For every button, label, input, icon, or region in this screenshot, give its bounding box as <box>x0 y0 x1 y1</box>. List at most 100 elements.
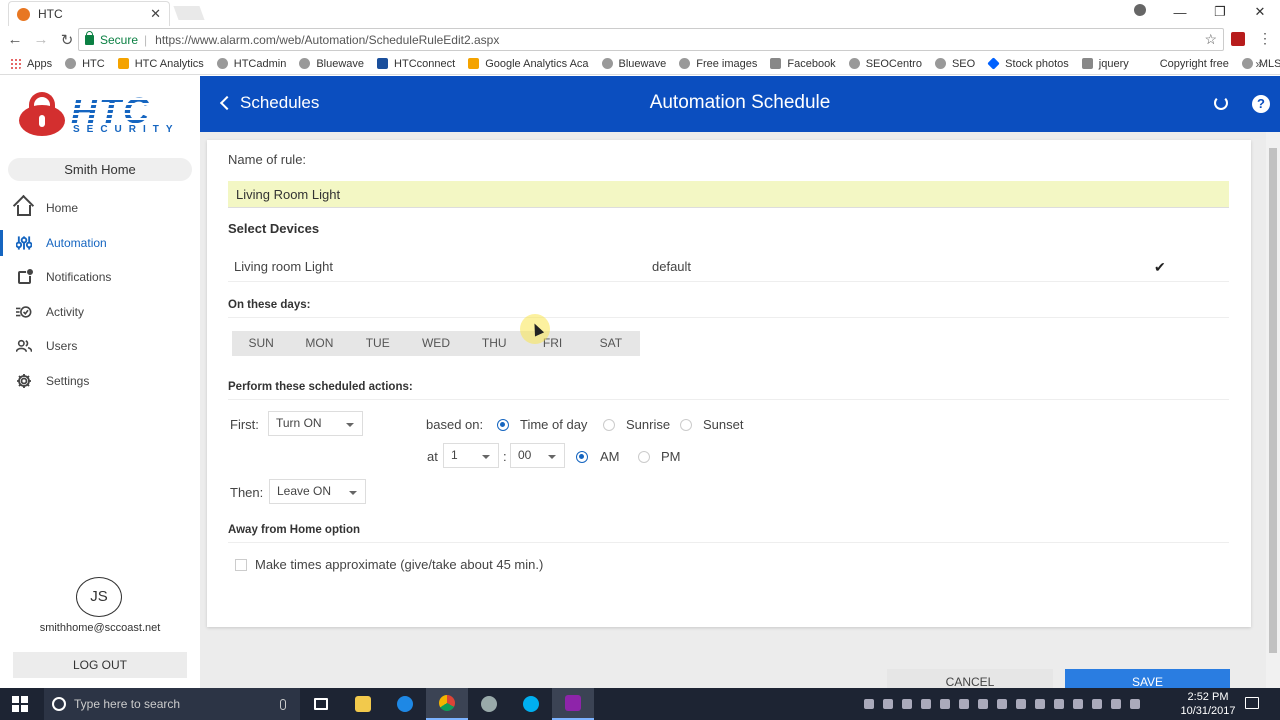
then-action-select[interactable]: Leave ON <box>269 479 366 504</box>
tray-icon[interactable] <box>864 699 874 709</box>
rule-name-input[interactable] <box>228 181 1229 208</box>
skype-icon[interactable] <box>510 688 552 720</box>
bookmarks-more-icon[interactable]: » <box>1255 57 1262 71</box>
actions-heading: Perform these scheduled actions: <box>228 381 413 393</box>
checkmark-icon[interactable]: ✔ <box>1154 259 1166 276</box>
bookmark-item[interactable]: Bluewave <box>601 58 666 70</box>
analytics-icon <box>117 58 129 69</box>
tray-icon[interactable] <box>1016 699 1026 709</box>
tray-icon[interactable] <box>921 699 931 709</box>
bookmark-item[interactable]: Free images <box>679 58 757 70</box>
device-row[interactable] <box>228 252 1229 282</box>
day-sat-toggle[interactable]: SAT <box>582 331 640 356</box>
tray-icon[interactable] <box>902 699 912 709</box>
bookmark-item[interactable]: HTCconnect <box>377 58 455 70</box>
windows-start-icon[interactable] <box>12 696 28 712</box>
bookmark-item[interactable]: SEO <box>934 58 975 70</box>
sidebar-item-label: Automation <box>46 235 107 250</box>
bookmark-item[interactable]: Facebook <box>770 58 836 70</box>
browser-tab[interactable]: HTC ✕ <box>8 1 170 26</box>
divider <box>228 317 1229 318</box>
bookmark-apps[interactable]: Apps <box>10 58 52 70</box>
refresh-icon[interactable] <box>1214 96 1228 110</box>
location-selector[interactable]: Smith Home <box>8 158 192 181</box>
approximate-times-checkbox[interactable] <box>235 559 247 571</box>
app-icon[interactable] <box>468 688 510 720</box>
tray-icon[interactable] <box>940 699 950 709</box>
forward-arrow-icon[interactable]: → <box>30 31 52 48</box>
bookmark-star-icon[interactable]: ☆ <box>1204 31 1217 48</box>
reload-icon[interactable]: ↻ <box>56 31 78 49</box>
minute-select[interactable]: 00 <box>510 443 565 468</box>
browser-tabstrip: HTC ✕ — ❐ ✕ <box>0 0 1280 26</box>
edge-icon[interactable] <box>384 688 426 720</box>
recorder-icon[interactable] <box>552 688 594 720</box>
page-scrollbar[interactable] <box>1266 132 1280 688</box>
bookmark-item[interactable]: HTC Analytics <box>117 58 204 70</box>
back-arrow-icon[interactable]: ← <box>4 31 26 48</box>
avatar[interactable]: JS <box>76 577 122 617</box>
tray-icon[interactable] <box>883 699 893 709</box>
bookmark-item[interactable]: Google Analytics Aca <box>468 58 589 70</box>
menu-icon[interactable]: ⋮ <box>1258 30 1272 47</box>
am-radio[interactable] <box>576 451 588 463</box>
day-tue-toggle[interactable]: TUE <box>349 331 407 356</box>
tray-icon[interactable] <box>978 699 988 709</box>
tray-icon[interactable] <box>997 699 1007 709</box>
time-of-day-label: Time of day <box>520 417 588 432</box>
hour-select[interactable]: 1 <box>443 443 499 468</box>
address-bar[interactable]: Secure | https://www.alarm.com/web/Autom… <box>78 28 1224 51</box>
tray-icon[interactable] <box>1092 699 1102 709</box>
logout-button[interactable]: LOG OUT <box>13 652 187 678</box>
taskbar-search[interactable]: Type here to search <box>44 688 300 720</box>
close-tab-icon[interactable]: ✕ <box>150 6 161 22</box>
tray-icon[interactable] <box>959 699 969 709</box>
bookmark-item[interactable]: Bluewave <box>299 58 364 70</box>
chrome-icon[interactable] <box>426 688 468 720</box>
tray-icon[interactable] <box>1073 699 1083 709</box>
site-icon <box>934 58 946 69</box>
microphone-icon[interactable] <box>280 698 286 710</box>
action-center-icon[interactable] <box>1245 697 1259 709</box>
sidebar-item-users[interactable]: Users <box>0 329 200 364</box>
pm-radio[interactable] <box>638 451 650 463</box>
first-action-select[interactable]: Turn ON <box>268 411 363 436</box>
bookmark-item[interactable]: Stock photos <box>987 57 1069 70</box>
profile-icon[interactable] <box>1134 4 1146 16</box>
help-icon[interactable]: ? <box>1252 95 1270 113</box>
bookmark-item[interactable]: SEOCentro <box>848 58 922 70</box>
tray-icon[interactable] <box>1035 699 1045 709</box>
file-explorer-icon[interactable] <box>342 688 384 720</box>
time-of-day-radio[interactable] <box>497 419 509 431</box>
bookmark-item[interactable]: HTCadmin <box>216 58 286 70</box>
sidebar-item-notifications[interactable]: Notifications <box>0 260 200 295</box>
sidebar-item-automation[interactable]: Automation <box>0 226 200 261</box>
maximize-icon[interactable]: ❐ <box>1200 4 1240 20</box>
tray-icon[interactable] <box>1130 699 1140 709</box>
taskbar-clock[interactable]: 2:52 PM 10/31/2017 <box>1180 690 1236 718</box>
day-thu-toggle[interactable]: THU <box>465 331 523 356</box>
minimize-icon[interactable]: — <box>1160 5 1200 20</box>
sunrise-radio[interactable] <box>603 419 615 431</box>
sidebar-item-label: Settings <box>46 373 90 388</box>
day-mon-toggle[interactable]: MON <box>290 331 348 356</box>
close-window-icon[interactable]: ✕ <box>1240 4 1280 20</box>
sidebar-item-home[interactable]: Home <box>0 191 200 226</box>
htc-security-logo[interactable]: HTC SECURITY <box>17 90 183 136</box>
pdf-extension-icon[interactable] <box>1231 32 1245 46</box>
day-sun-toggle[interactable]: SUN <box>232 331 290 356</box>
caret-down-icon <box>548 455 556 459</box>
sidebar-item-activity[interactable]: Activity <box>0 295 200 330</box>
tray-icon[interactable] <box>1111 699 1121 709</box>
sidebar-item-settings[interactable]: Settings <box>0 364 200 399</box>
tray-icon[interactable] <box>1054 699 1064 709</box>
new-tab-button[interactable] <box>173 6 205 20</box>
bookmark-item[interactable]: jquery <box>1081 58 1129 70</box>
bookmark-item[interactable]: HTC <box>65 58 105 70</box>
task-view-icon[interactable] <box>300 688 342 720</box>
url-text[interactable]: https://www.alarm.com/web/Automation/Sch… <box>155 33 499 47</box>
bookmark-item[interactable]: Copyright free <box>1160 58 1229 70</box>
sunset-radio[interactable] <box>680 419 692 431</box>
day-wed-toggle[interactable]: WED <box>407 331 465 356</box>
scrollbar-thumb[interactable] <box>1269 148 1277 653</box>
